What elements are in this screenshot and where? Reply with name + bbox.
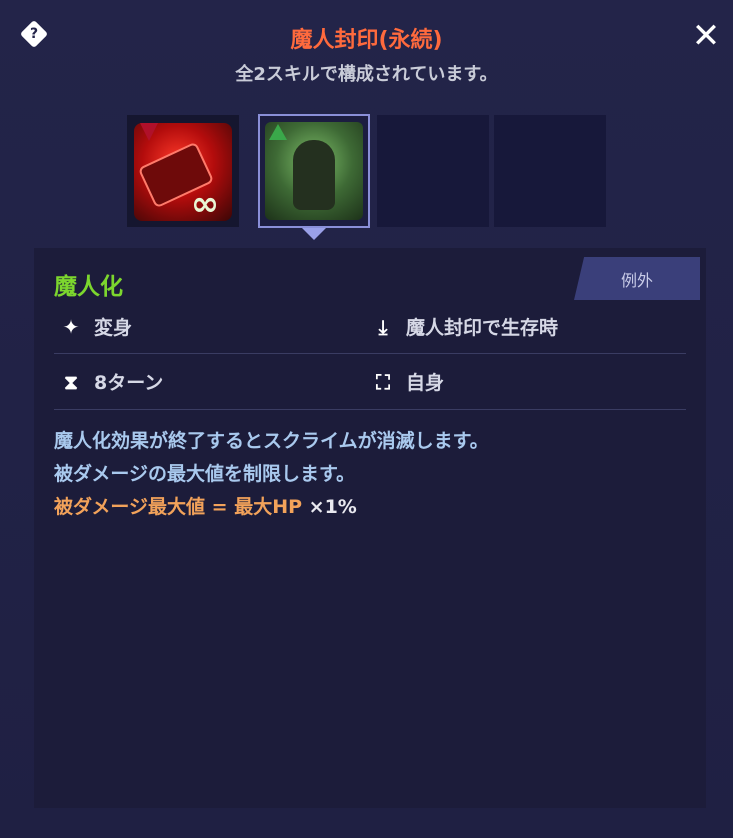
download-icon: ⤓ <box>378 314 388 339</box>
divider <box>54 353 686 354</box>
green-demon-skill-icon <box>265 122 363 220</box>
description-line-1: 魔人化効果が終了するとスクライムが消滅します。 <box>54 430 489 452</box>
skill-slot-1[interactable]: ∞ <box>127 115 239 227</box>
hourglass-icon: ⧗ <box>63 369 79 394</box>
skill-slot-4-empty <box>494 115 606 227</box>
popup-title: 魔人封印(永続) <box>290 28 443 53</box>
skill-description: 魔人化効果が終了するとスクライムが消滅します。 被ダメージの最大値を制限します。… <box>54 425 694 524</box>
formula-main: 被ダメージ最大値 = 最大HP <box>54 496 309 518</box>
effect-type-label: 変身 <box>94 317 133 339</box>
skill-slot-3-empty <box>377 115 489 227</box>
target-label: 自身 <box>406 372 445 394</box>
effect-type: ✦ 変身 <box>58 313 132 340</box>
duration: ⧗ 8ターン <box>58 368 163 395</box>
infinity-icon: ∞ <box>190 184 220 221</box>
self-target-icon: ⛶ <box>376 369 390 394</box>
description-formula: 被ダメージ最大値 = 最大HP ×1% <box>54 491 694 524</box>
divider <box>54 409 686 410</box>
debuff-down-arrow-icon <box>140 123 158 141</box>
red-hammer-chain-skill-icon: ∞ <box>134 123 232 221</box>
popup-subtitle: 全2スキルで構成されています。 <box>235 64 498 85</box>
target: ⛶ 自身 <box>370 368 444 395</box>
sparkle-icon: ✦ <box>62 314 80 339</box>
formula-multiplier: ×1% <box>308 496 357 518</box>
description-line-2: 被ダメージの最大値を制限します。 <box>54 463 356 485</box>
duration-label: 8ターン <box>94 372 164 394</box>
skill-popup-panel: ? ✕ 魔人封印(永続) 全2スキルで構成されています。 ∞ 例外 魔人化 ✦ … <box>0 0 733 838</box>
condition-label: 魔人封印で生存時 <box>406 317 559 339</box>
selection-pointer <box>302 228 326 240</box>
skill-slot-2-selected[interactable] <box>258 114 370 228</box>
demon-figure-icon <box>293 140 335 210</box>
trigger-condition: ⤓ 魔人封印で生存時 <box>370 313 558 340</box>
skill-name: 魔人化 <box>54 274 123 300</box>
exception-tag: 例外 <box>574 257 700 300</box>
buff-up-arrow-icon <box>269 124 287 140</box>
